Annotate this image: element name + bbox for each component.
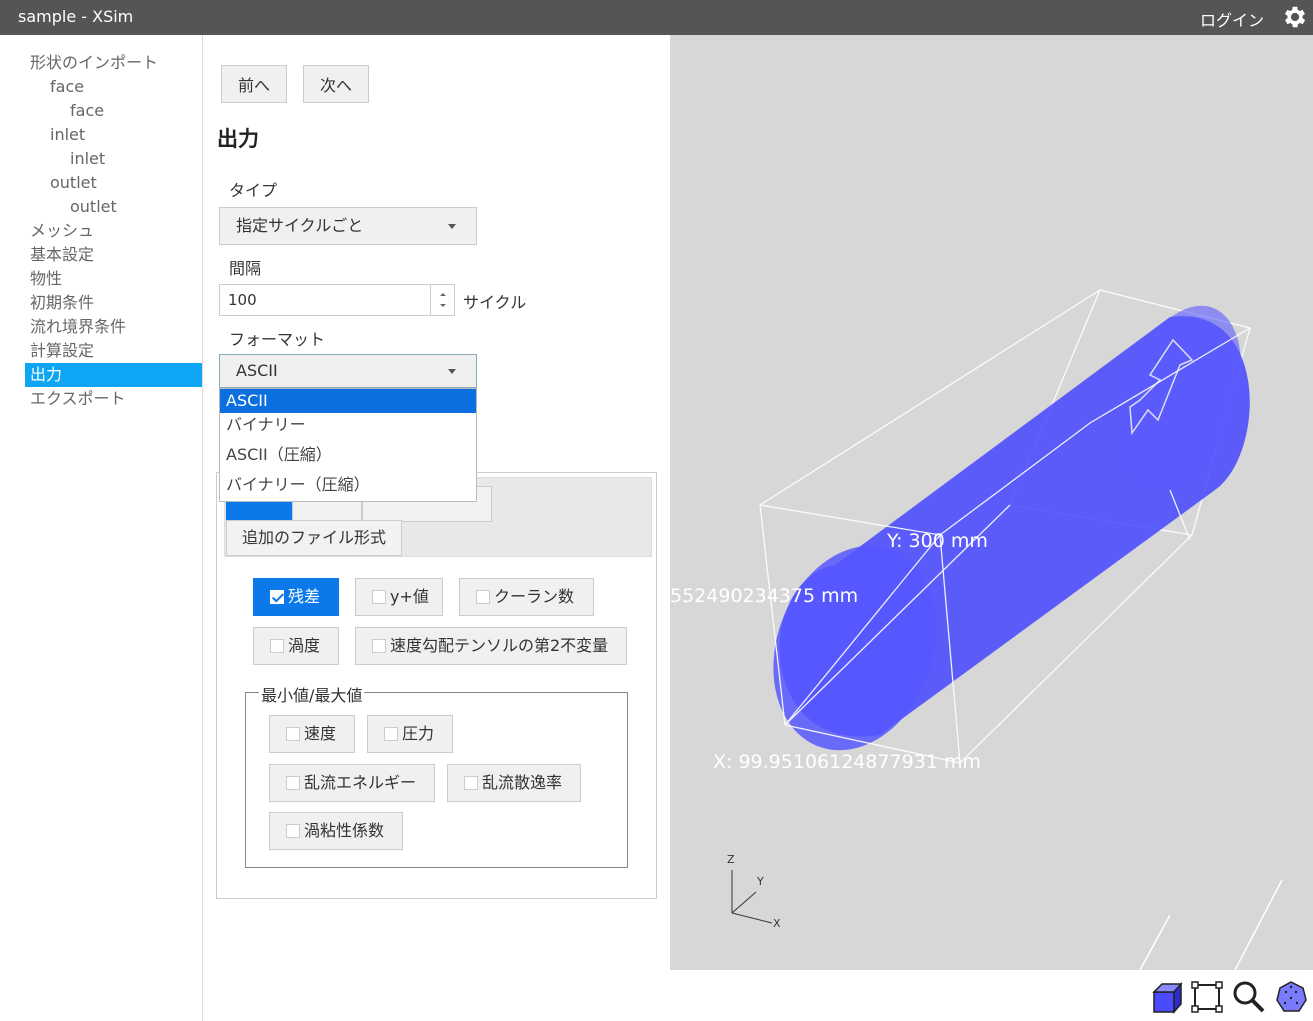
sidebar-item-inlet-group[interactable]: inlet xyxy=(50,123,85,147)
axis-y-label: Y xyxy=(757,875,764,888)
interval-label: 間隔 xyxy=(229,259,262,278)
sidebar-item-face-group[interactable]: face xyxy=(50,75,84,99)
type-label: タイプ xyxy=(229,181,278,200)
minmax-eddy-viscosity-checkbox[interactable]: 渦粘性係数 xyxy=(269,812,403,850)
title-bar: sample - XSim ログイン xyxy=(0,0,1313,35)
courant-label: クーラン数 xyxy=(494,587,575,606)
minmax-velocity-label: 速度 xyxy=(304,724,337,743)
minmax-tke-checkbox[interactable]: 乱流エネルギー xyxy=(269,764,435,802)
residual-label: 残差 xyxy=(288,587,321,606)
type-select-value: 指定サイクルごと xyxy=(236,216,364,235)
main-panel: 前へ 次へ 出力 タイプ 指定サイクルごと 間隔 100 サイクル フォーマット… xyxy=(203,35,670,1021)
3d-viewport[interactable]: Y: 300 mm 552490234375 mm X: 99.95106124… xyxy=(670,35,1313,970)
checkbox-icon xyxy=(372,639,386,653)
minmax-dissipation-checkbox[interactable]: 乱流散逸率 xyxy=(447,764,581,802)
minmax-tke-label: 乱流エネルギー xyxy=(304,773,417,792)
checkbox-icon xyxy=(286,824,300,838)
format-option-binary-compressed[interactable]: バイナリー（圧縮） xyxy=(220,473,476,503)
sidebar-item-face[interactable]: face xyxy=(70,99,104,123)
sidebar-item-outlet[interactable]: outlet xyxy=(70,195,117,219)
scene xyxy=(731,289,1283,970)
format-option-binary[interactable]: バイナリー xyxy=(220,413,476,443)
gear-icon[interactable] xyxy=(1281,3,1309,31)
yplus-checkbox[interactable]: y+値 xyxy=(355,578,443,616)
zoom-icon[interactable] xyxy=(1232,980,1266,1014)
checkbox-icon xyxy=(286,727,300,741)
format-option-ascii[interactable]: ASCII xyxy=(220,389,476,413)
sidebar-item-boundary-conditions[interactable]: 流れ境界条件 xyxy=(30,315,126,339)
dimension-y-label: Y: 300 mm xyxy=(887,530,988,552)
dimension-x-label: X: 99.95106124877931 mm xyxy=(713,751,981,773)
sidebar-item-mesh[interactable]: メッシュ xyxy=(30,219,94,243)
type-select[interactable]: 指定サイクルごと xyxy=(219,207,477,245)
sidebar: 形状のインポート face face inlet inlet outlet ou… xyxy=(0,35,203,1021)
interval-unit: サイクル xyxy=(463,293,527,312)
sidebar-item-basic-settings[interactable]: 基本設定 xyxy=(30,243,94,267)
next-button[interactable]: 次へ xyxy=(303,65,369,103)
format-dropdown: ASCII バイナリー ASCII（圧縮） バイナリー（圧縮） xyxy=(219,388,477,502)
tab-extra-formats[interactable]: 追加のファイル形式 xyxy=(226,520,402,556)
minmax-legend: 最小値/最大値 xyxy=(259,682,365,706)
q-criterion-label: 速度勾配テンソルの第2不変量 xyxy=(390,636,609,655)
checkbox-icon xyxy=(464,776,478,790)
minmax-eddy-viscosity-label: 渦粘性係数 xyxy=(304,821,385,840)
chevron-down-icon xyxy=(448,369,456,374)
page-title: 出力 xyxy=(217,127,259,151)
checkbox-icon xyxy=(286,776,300,790)
checkbox-icon xyxy=(384,727,398,741)
sidebar-item-outlet-group[interactable]: outlet xyxy=(50,171,97,195)
stepper-arrows[interactable] xyxy=(430,285,454,315)
checkbox-icon xyxy=(270,639,284,653)
format-option-ascii-compressed[interactable]: ASCII（圧縮） xyxy=(220,443,476,473)
minmax-pressure-label: 圧力 xyxy=(402,724,435,743)
viewer-toolbar xyxy=(670,970,1313,1021)
sidebar-item-initial-conditions[interactable]: 初期条件 xyxy=(30,291,94,315)
yplus-label: y+値 xyxy=(390,587,429,606)
window-title: sample - XSim xyxy=(18,7,134,26)
axis-z-label: Z xyxy=(727,853,735,866)
interval-value: 100 xyxy=(228,291,257,309)
format-label: フォーマット xyxy=(229,330,326,349)
fit-frame-icon[interactable] xyxy=(1190,980,1224,1014)
courant-checkbox[interactable]: クーラン数 xyxy=(459,578,594,616)
format-select-value: ASCII xyxy=(236,361,278,380)
login-link[interactable]: ログイン xyxy=(1200,7,1264,31)
checkbox-icon xyxy=(476,590,490,604)
sidebar-item-properties[interactable]: 物性 xyxy=(30,267,62,291)
prev-button[interactable]: 前へ xyxy=(221,65,287,103)
view-cube-icon[interactable] xyxy=(1150,980,1184,1014)
minmax-velocity-checkbox[interactable]: 速度 xyxy=(269,715,355,753)
q-criterion-checkbox[interactable]: 速度勾配テンソルの第2不変量 xyxy=(355,627,627,665)
minmax-pressure-checkbox[interactable]: 圧力 xyxy=(367,715,453,753)
floor-lines xyxy=(1139,879,1283,970)
vorticity-checkbox[interactable]: 渦度 xyxy=(253,627,339,665)
sidebar-item-output[interactable]: 出力 xyxy=(25,363,202,387)
interval-stepper[interactable]: 100 xyxy=(219,284,455,316)
stepper-arrows-icon xyxy=(440,293,446,307)
sidebar-item-import-shape[interactable]: 形状のインポート xyxy=(30,51,158,75)
chevron-down-icon xyxy=(448,224,456,229)
residual-checkbox[interactable]: 残差 xyxy=(253,578,339,616)
sidebar-item-export[interactable]: エクスポート xyxy=(30,387,126,411)
minmax-dissipation-label: 乱流散逸率 xyxy=(482,773,563,792)
sidebar-item-calc-settings[interactable]: 計算設定 xyxy=(30,339,94,363)
axis-x-label: X xyxy=(773,917,781,930)
vorticity-label: 渦度 xyxy=(288,636,321,655)
axis-triad xyxy=(731,870,773,924)
format-select[interactable]: ASCII xyxy=(219,354,477,388)
checkbox-checked-icon xyxy=(270,590,284,604)
sidebar-item-inlet[interactable]: inlet xyxy=(70,147,105,171)
dimension-z-label: 552490234375 mm xyxy=(670,585,859,607)
sphere-mesh-icon[interactable] xyxy=(1274,980,1308,1014)
checkbox-icon xyxy=(372,590,386,604)
